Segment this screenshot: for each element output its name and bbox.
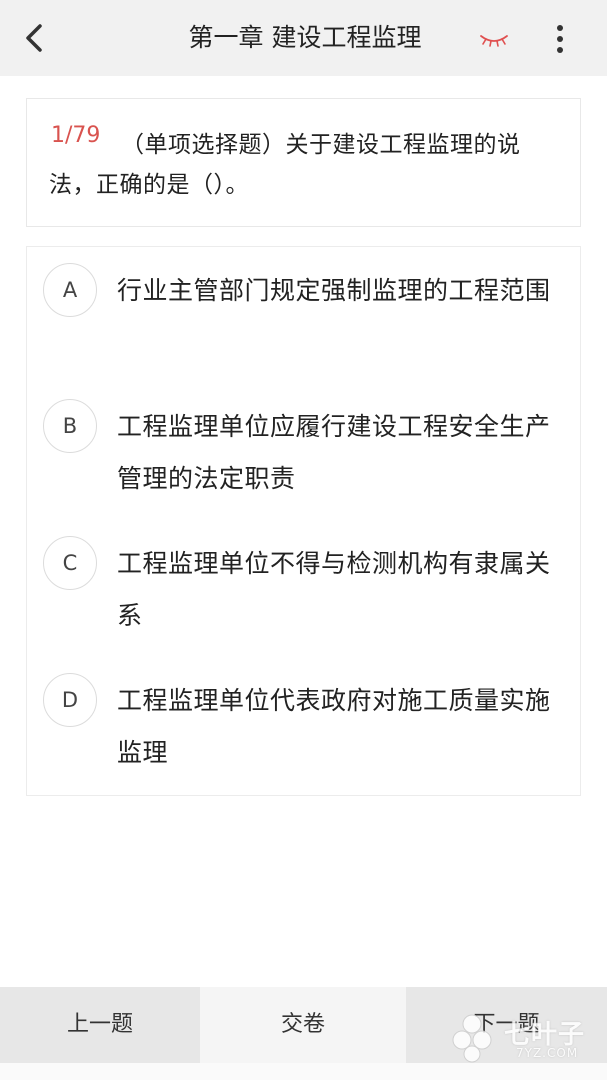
option-letter: C (43, 536, 97, 590)
option-b[interactable]: B 工程监理单位应履行建设工程安全生产管理的法定职责 (27, 383, 580, 519)
options-list: A 行业主管部门规定强制监理的工程范围 B 工程监理单位应履行建设工程安全生产管… (26, 246, 581, 796)
option-text: 工程监理单位应履行建设工程安全生产管理的法定职责 (117, 412, 551, 493)
leaf-logo-icon (452, 1014, 492, 1063)
previous-question-button[interactable]: 上一题 (0, 987, 200, 1063)
option-letter: A (43, 263, 97, 317)
option-text: 行业主管部门规定强制监理的工程范围 (117, 276, 551, 305)
quiz-screen: 第一章 建设工程监理 1/79 （单项选择题）关于建设工程监理的说法，正确的是（… (0, 0, 607, 1080)
more-vertical-icon (557, 25, 563, 53)
submit-exam-button[interactable]: 交卷 (200, 987, 406, 1063)
option-letter: D (43, 673, 97, 727)
back-button[interactable] (16, 18, 52, 58)
hide-answer-button[interactable] (478, 28, 510, 50)
option-letter: B (43, 399, 97, 453)
more-menu-button[interactable] (548, 22, 572, 56)
watermark-subtext: 7YZ.COM (516, 1046, 579, 1060)
option-text: 工程监理单位代表政府对施工质量实施监理 (117, 686, 551, 767)
question-text: （单项选择题）关于建设工程监理的说法，正确的是（）。 (49, 132, 521, 198)
chevron-left-icon (26, 24, 42, 52)
option-text: 工程监理单位不得与检测机构有隶属关系 (117, 549, 551, 630)
option-a[interactable]: A 行业主管部门规定强制监理的工程范围 (27, 247, 580, 383)
watermark-logo: 七叶子 7YZ.COM (452, 1006, 602, 1066)
option-d[interactable]: D 工程监理单位代表政府对施工质量实施监理 (27, 657, 580, 793)
closed-eye-icon (480, 35, 508, 47)
option-c[interactable]: C 工程监理单位不得与检测机构有隶属关系 (27, 520, 580, 656)
page-title: 第一章 建设工程监理 (188, 23, 422, 52)
question-card: 1/79 （单项选择题）关于建设工程监理的说法，正确的是（）。 (26, 98, 581, 227)
header-bar: 第一章 建设工程监理 (0, 0, 607, 76)
